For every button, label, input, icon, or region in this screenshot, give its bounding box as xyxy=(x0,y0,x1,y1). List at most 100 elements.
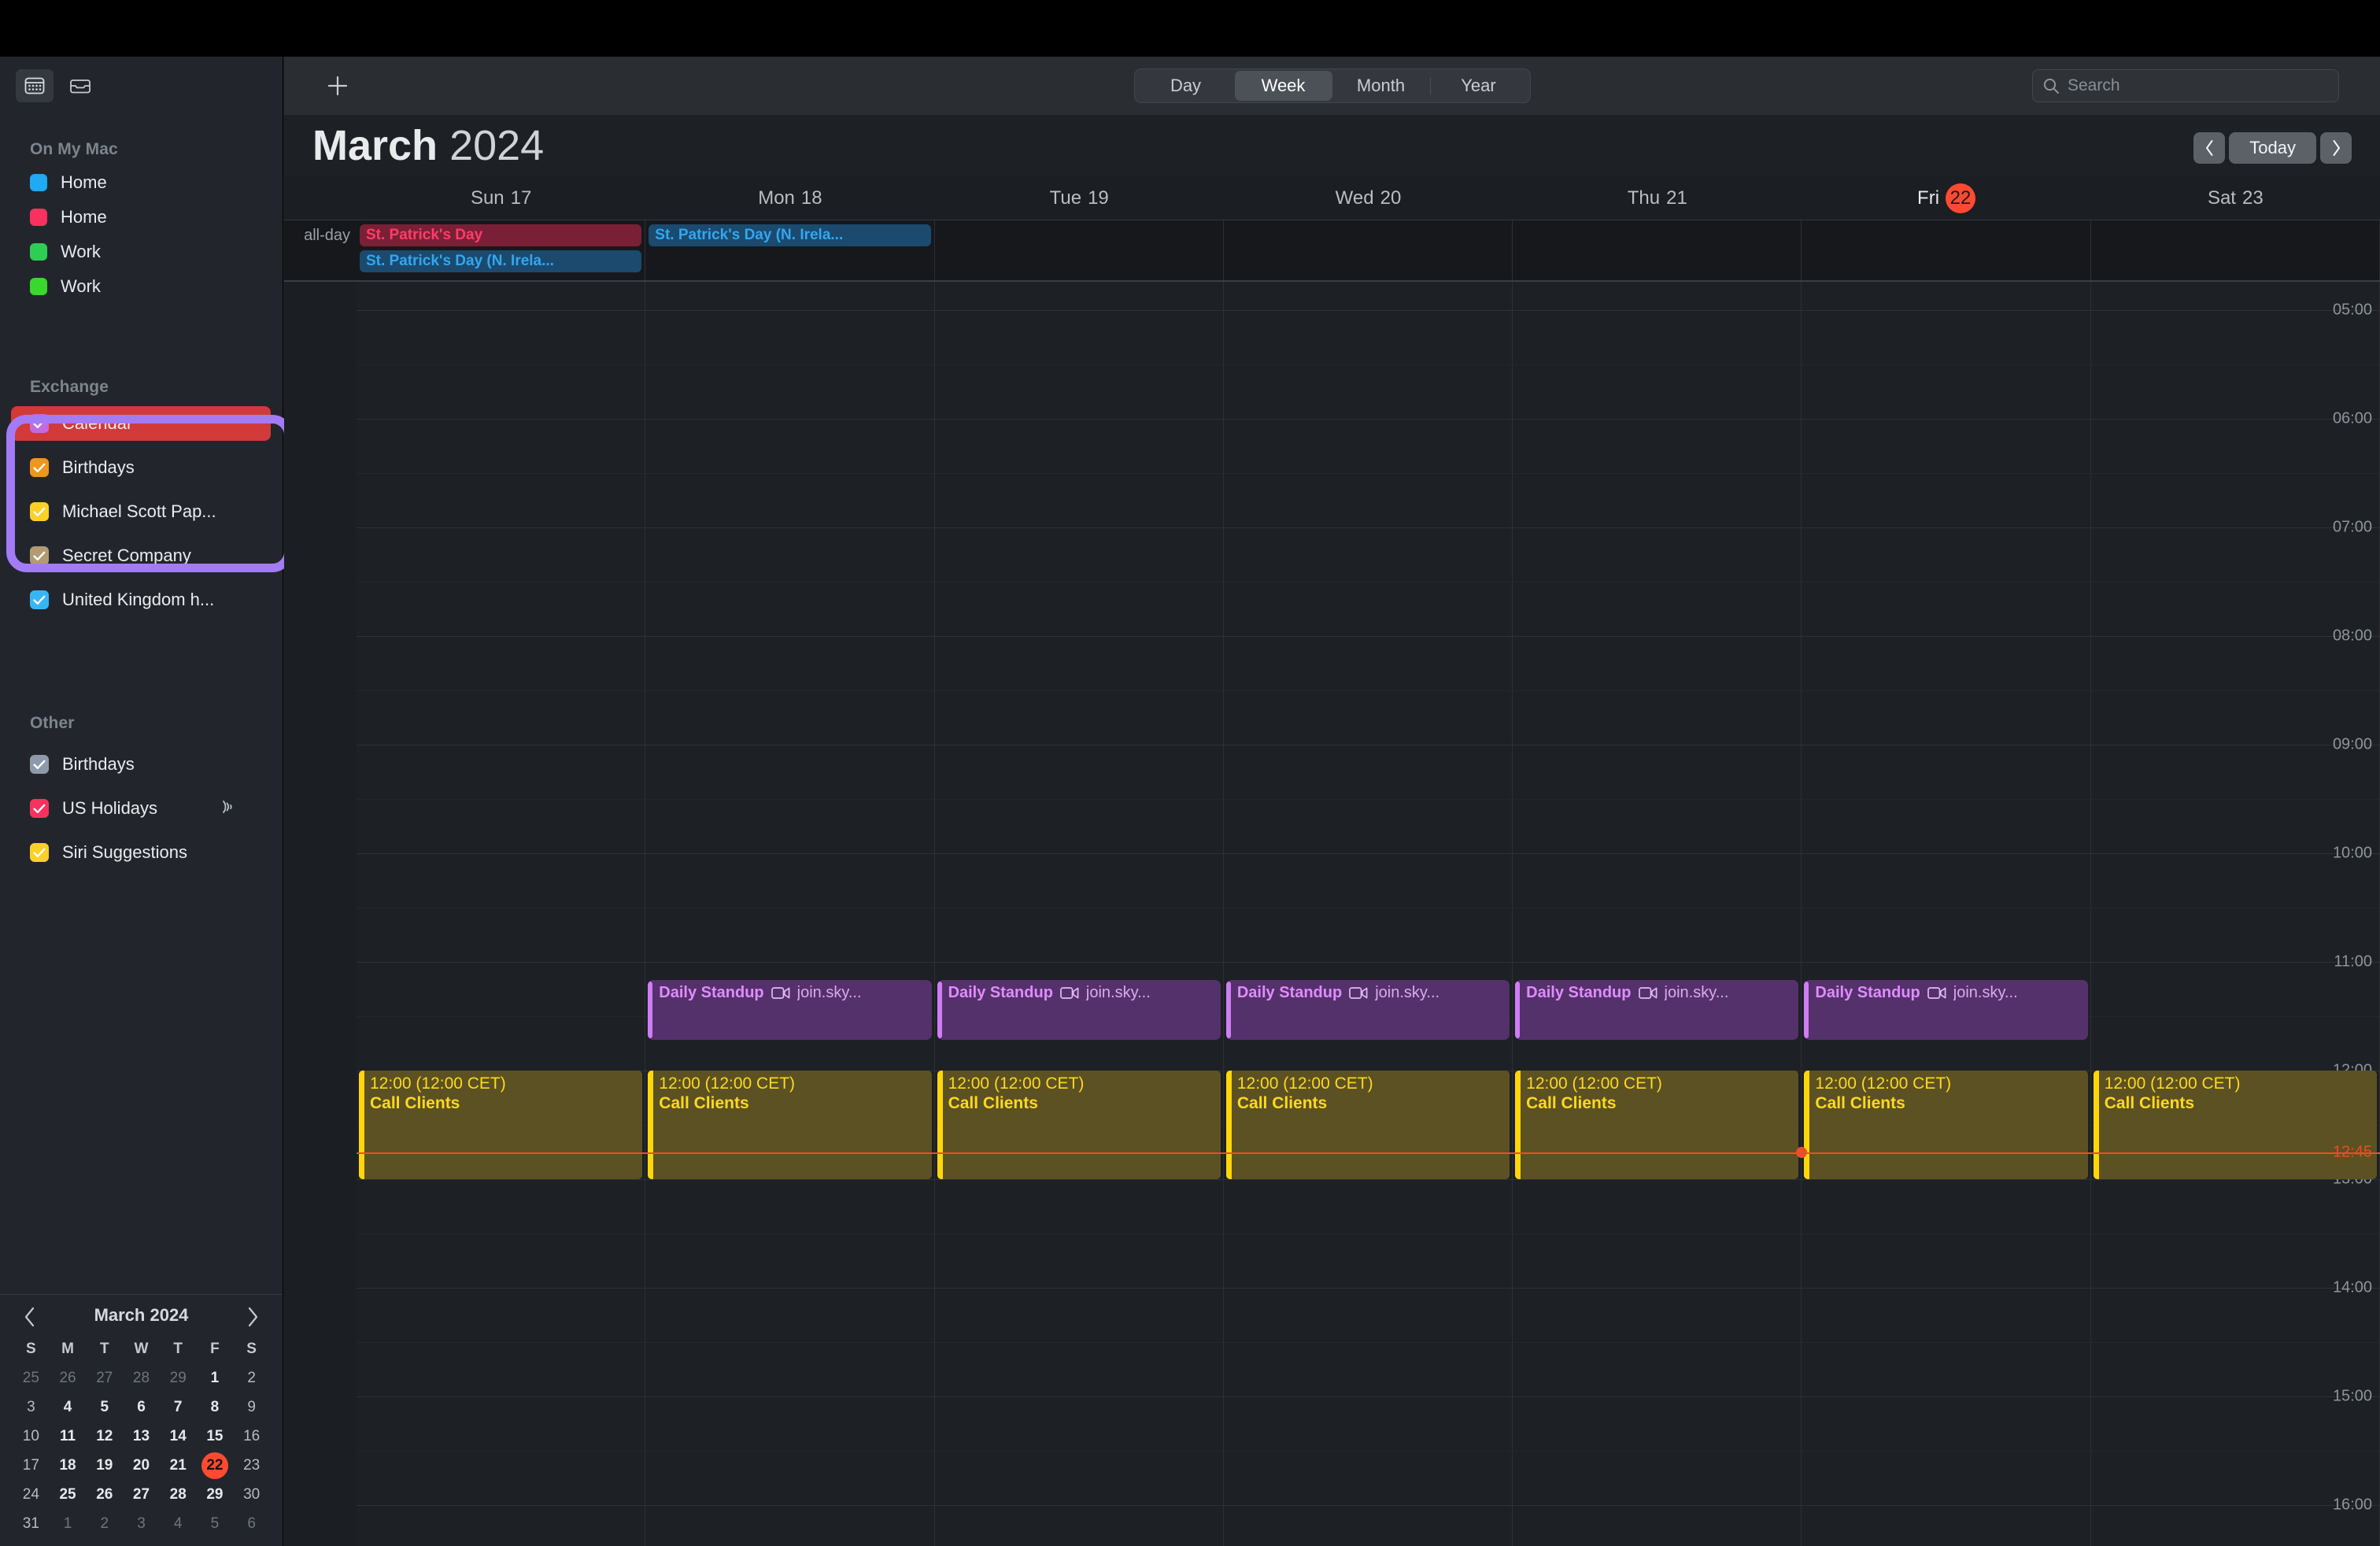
mini-calendar-day[interactable]: 29 xyxy=(197,1481,234,1508)
mini-calendar-day[interactable]: 15 xyxy=(197,1422,234,1450)
event-daily-standup[interactable]: Daily Standupjoin.sky... xyxy=(648,980,931,1040)
mini-calendar-day[interactable]: 31 xyxy=(13,1510,50,1537)
mini-calendar-day[interactable]: 4 xyxy=(160,1510,197,1537)
mini-calendar-day[interactable]: 5 xyxy=(197,1510,234,1537)
mini-calendar-day[interactable]: 18 xyxy=(50,1452,87,1479)
plus-icon[interactable] xyxy=(323,72,352,100)
day-column-header-mon[interactable]: Mon18 xyxy=(645,176,934,220)
mini-calendar-day[interactable]: 25 xyxy=(50,1481,87,1508)
mini-calendar-day[interactable]: 19 xyxy=(86,1452,123,1479)
event-call-clients[interactable]: 12:00 (12:00 CET)Call Clients xyxy=(1226,1071,1510,1179)
day-column-header-wed[interactable]: Wed20 xyxy=(1224,176,1513,220)
event-daily-standup[interactable]: Daily Standupjoin.sky... xyxy=(1226,980,1510,1040)
tab-year[interactable]: Year xyxy=(1430,71,1528,101)
sidebar-item-calendar[interactable]: Calendar xyxy=(11,406,271,441)
mini-calendar-day[interactable]: 2 xyxy=(86,1510,123,1537)
mini-calendar-day[interactable]: 9 xyxy=(233,1393,270,1421)
all-day-cell[interactable] xyxy=(1802,220,2090,280)
mini-calendar-day[interactable]: 23 xyxy=(233,1452,270,1479)
event-call-clients[interactable]: 12:00 (12:00 CET)Call Clients xyxy=(359,1071,642,1179)
tab-day[interactable]: Day xyxy=(1137,71,1235,101)
mini-calendar-day[interactable]: 21 xyxy=(160,1452,197,1479)
checkbox-checked[interactable] xyxy=(30,458,49,477)
tab-month[interactable]: Month xyxy=(1332,71,1430,101)
all-day-cell[interactable] xyxy=(2091,220,2380,280)
day-column-header-sun[interactable]: Sun17 xyxy=(357,176,645,220)
view-mode-segmented-control[interactable]: Day Week Month Year xyxy=(1134,68,1531,103)
mini-calendar-day[interactable]: 3 xyxy=(123,1510,160,1537)
previous-week-button[interactable] xyxy=(2193,132,2225,164)
checkbox-checked[interactable] xyxy=(30,843,49,862)
day-column-wed[interactable] xyxy=(1224,282,1513,1546)
event-daily-standup[interactable]: Daily Standupjoin.sky... xyxy=(1804,980,2087,1040)
mini-calendar-day[interactable]: 2 xyxy=(233,1364,270,1392)
mini-calendar-day[interactable]: 10 xyxy=(13,1422,50,1450)
day-column-header-fri[interactable]: Fri22 xyxy=(1802,176,2090,220)
event-call-clients[interactable]: 12:00 (12:00 CET)Call Clients xyxy=(1804,1071,2087,1179)
sidebar-item-siri-suggestions[interactable]: Siri Suggestions xyxy=(11,835,271,870)
calendar-icon[interactable] xyxy=(16,69,54,102)
mini-calendar-day[interactable]: 26 xyxy=(50,1364,87,1392)
checkbox-checked[interactable] xyxy=(30,799,49,818)
all-day-event[interactable]: St. Patrick's Day (N. Irela... xyxy=(360,250,641,272)
mini-calendar-day[interactable]: 14 xyxy=(160,1422,197,1450)
all-day-event[interactable]: St. Patrick's Day xyxy=(360,224,641,246)
mini-calendar-day[interactable]: 7 xyxy=(160,1393,197,1421)
mini-calendar-day[interactable]: 22 xyxy=(197,1452,234,1479)
mini-calendar-day[interactable]: 11 xyxy=(50,1422,87,1450)
all-day-cell[interactable] xyxy=(1513,220,1802,280)
event-call-clients[interactable]: 12:00 (12:00 CET)Call Clients xyxy=(1515,1071,1798,1179)
checkbox-checked[interactable] xyxy=(30,546,49,565)
inbox-icon[interactable] xyxy=(61,69,99,102)
day-column-mon[interactable] xyxy=(645,282,934,1546)
mini-calendar-day[interactable]: 24 xyxy=(13,1481,50,1508)
day-column-fri[interactable] xyxy=(1802,282,2090,1546)
day-column-header-tue[interactable]: Tue19 xyxy=(935,176,1224,220)
chevron-right-icon[interactable] xyxy=(240,1304,265,1330)
checkbox-checked[interactable] xyxy=(30,755,49,774)
day-column-header-sat[interactable]: Sat23 xyxy=(2091,176,2380,220)
day-column-tue[interactable] xyxy=(935,282,1224,1546)
sidebar-item-home-pink[interactable]: Home xyxy=(11,200,271,235)
sidebar-item-michael-scott-paper[interactable]: Michael Scott Pap... xyxy=(11,494,271,529)
mini-calendar-day[interactable]: 4 xyxy=(50,1393,87,1421)
event-call-clients[interactable]: 12:00 (12:00 CET)Call Clients xyxy=(937,1071,1221,1179)
mini-calendar-day[interactable]: 8 xyxy=(197,1393,234,1421)
mini-calendar-day[interactable]: 6 xyxy=(233,1510,270,1537)
mini-calendar-day[interactable]: 25 xyxy=(13,1364,50,1392)
day-column-sat[interactable] xyxy=(2091,282,2380,1546)
mini-calendar-day[interactable]: 27 xyxy=(86,1364,123,1392)
week-grid[interactable]: 05:0006:0007:0008:0009:0010:0011:0012:00… xyxy=(284,282,2380,1546)
mini-calendar-grid[interactable]: SMTWTFS252627282912345678910111213141516… xyxy=(0,1336,283,1537)
sidebar-item-work-green-2[interactable]: Work xyxy=(11,269,271,304)
day-column-sun[interactable] xyxy=(357,282,645,1546)
mini-calendar-day[interactable]: 20 xyxy=(123,1452,160,1479)
checkbox-checked[interactable] xyxy=(30,502,49,521)
day-column-thu[interactable] xyxy=(1513,282,1802,1546)
mini-calendar-day[interactable]: 27 xyxy=(123,1481,160,1508)
event-call-clients[interactable]: 12:00 (12:00 CET)Call Clients xyxy=(648,1071,931,1179)
mini-calendar-day[interactable]: 29 xyxy=(160,1364,197,1392)
checkbox-checked[interactable] xyxy=(30,590,49,609)
sidebar-item-home-blue[interactable]: Home xyxy=(11,165,271,200)
mini-calendar-day[interactable]: 28 xyxy=(123,1364,160,1392)
mini-calendar-day[interactable]: 26 xyxy=(86,1481,123,1508)
sidebar-item-birthdays-other[interactable]: Birthdays xyxy=(11,747,271,782)
chevron-left-icon[interactable] xyxy=(17,1304,42,1330)
event-daily-standup[interactable]: Daily Standupjoin.sky... xyxy=(1515,980,1798,1040)
all-day-cell[interactable] xyxy=(935,220,1224,280)
sidebar-item-birthdays-exchange[interactable]: Birthdays xyxy=(11,450,271,485)
mini-calendar-day[interactable]: 5 xyxy=(86,1393,123,1421)
mini-calendar-day[interactable]: 13 xyxy=(123,1422,160,1450)
mini-calendar-day[interactable]: 6 xyxy=(123,1393,160,1421)
checkbox-checked[interactable] xyxy=(30,414,49,433)
all-day-cell[interactable] xyxy=(1224,220,1513,280)
mini-calendar-day[interactable]: 3 xyxy=(13,1393,50,1421)
mini-calendar-day[interactable]: 30 xyxy=(233,1481,270,1508)
sidebar-item-secret-company[interactable]: Secret Company xyxy=(11,538,271,573)
day-column-header-thu[interactable]: Thu21 xyxy=(1513,176,1802,220)
tab-week[interactable]: Week xyxy=(1235,71,1332,101)
mini-calendar-day[interactable]: 12 xyxy=(86,1422,123,1450)
mini-calendar-day[interactable]: 1 xyxy=(50,1510,87,1537)
search-field[interactable]: Search xyxy=(2032,69,2339,102)
